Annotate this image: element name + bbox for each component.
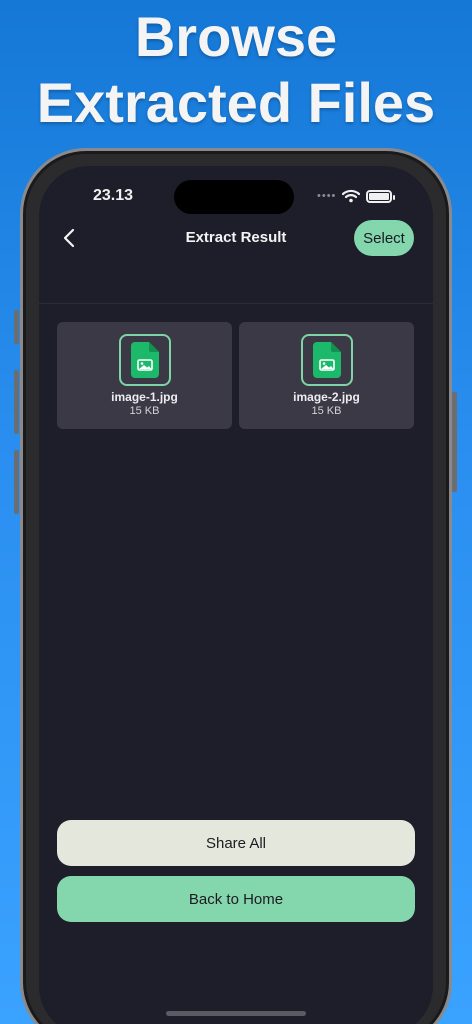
file-icon-frame	[300, 334, 353, 386]
back-to-home-button[interactable]: Back to Home	[57, 876, 415, 922]
file-tile[interactable]: image-1.jpg 15 KB	[57, 322, 232, 429]
file-grid: image-1.jpg 15 KB image-2.jpg 15 KB	[57, 322, 415, 429]
status-indicators: ••••	[317, 186, 396, 206]
select-button[interactable]: Select	[354, 220, 414, 256]
home-indicator[interactable]	[166, 1011, 306, 1016]
phone-volume-down-button	[14, 450, 19, 514]
share-all-button[interactable]: Share All	[57, 820, 415, 866]
file-size: 15 KB	[311, 405, 342, 417]
file-icon-frame	[118, 334, 171, 386]
file-tile[interactable]: image-2.jpg 15 KB	[239, 322, 414, 429]
header-divider	[39, 303, 433, 304]
battery-level	[369, 192, 390, 200]
image-file-icon	[312, 342, 341, 378]
dynamic-island	[174, 180, 294, 214]
file-size: 15 KB	[129, 405, 160, 417]
file-name: image-2.jpg	[293, 390, 360, 404]
headline-line-2: Extracted Files	[36, 71, 436, 134]
battery-icon	[366, 189, 396, 203]
phone-screen: 23.13 •••• Extract Result Select image-1…	[39, 166, 433, 1024]
phone-mute-switch	[14, 310, 19, 344]
headline-line-1: Browse	[134, 5, 338, 68]
promo-headline: Browse Extracted Files	[0, 4, 472, 136]
phone-volume-up-button	[14, 370, 19, 434]
image-file-icon	[130, 342, 159, 378]
file-name: image-1.jpg	[111, 390, 178, 404]
navigation-bar: Extract Result Select	[39, 218, 433, 258]
signal-icon: ••••	[317, 190, 337, 202]
wifi-icon	[342, 189, 361, 203]
phone-power-button	[452, 392, 457, 492]
status-time: 23.13	[93, 187, 134, 204]
